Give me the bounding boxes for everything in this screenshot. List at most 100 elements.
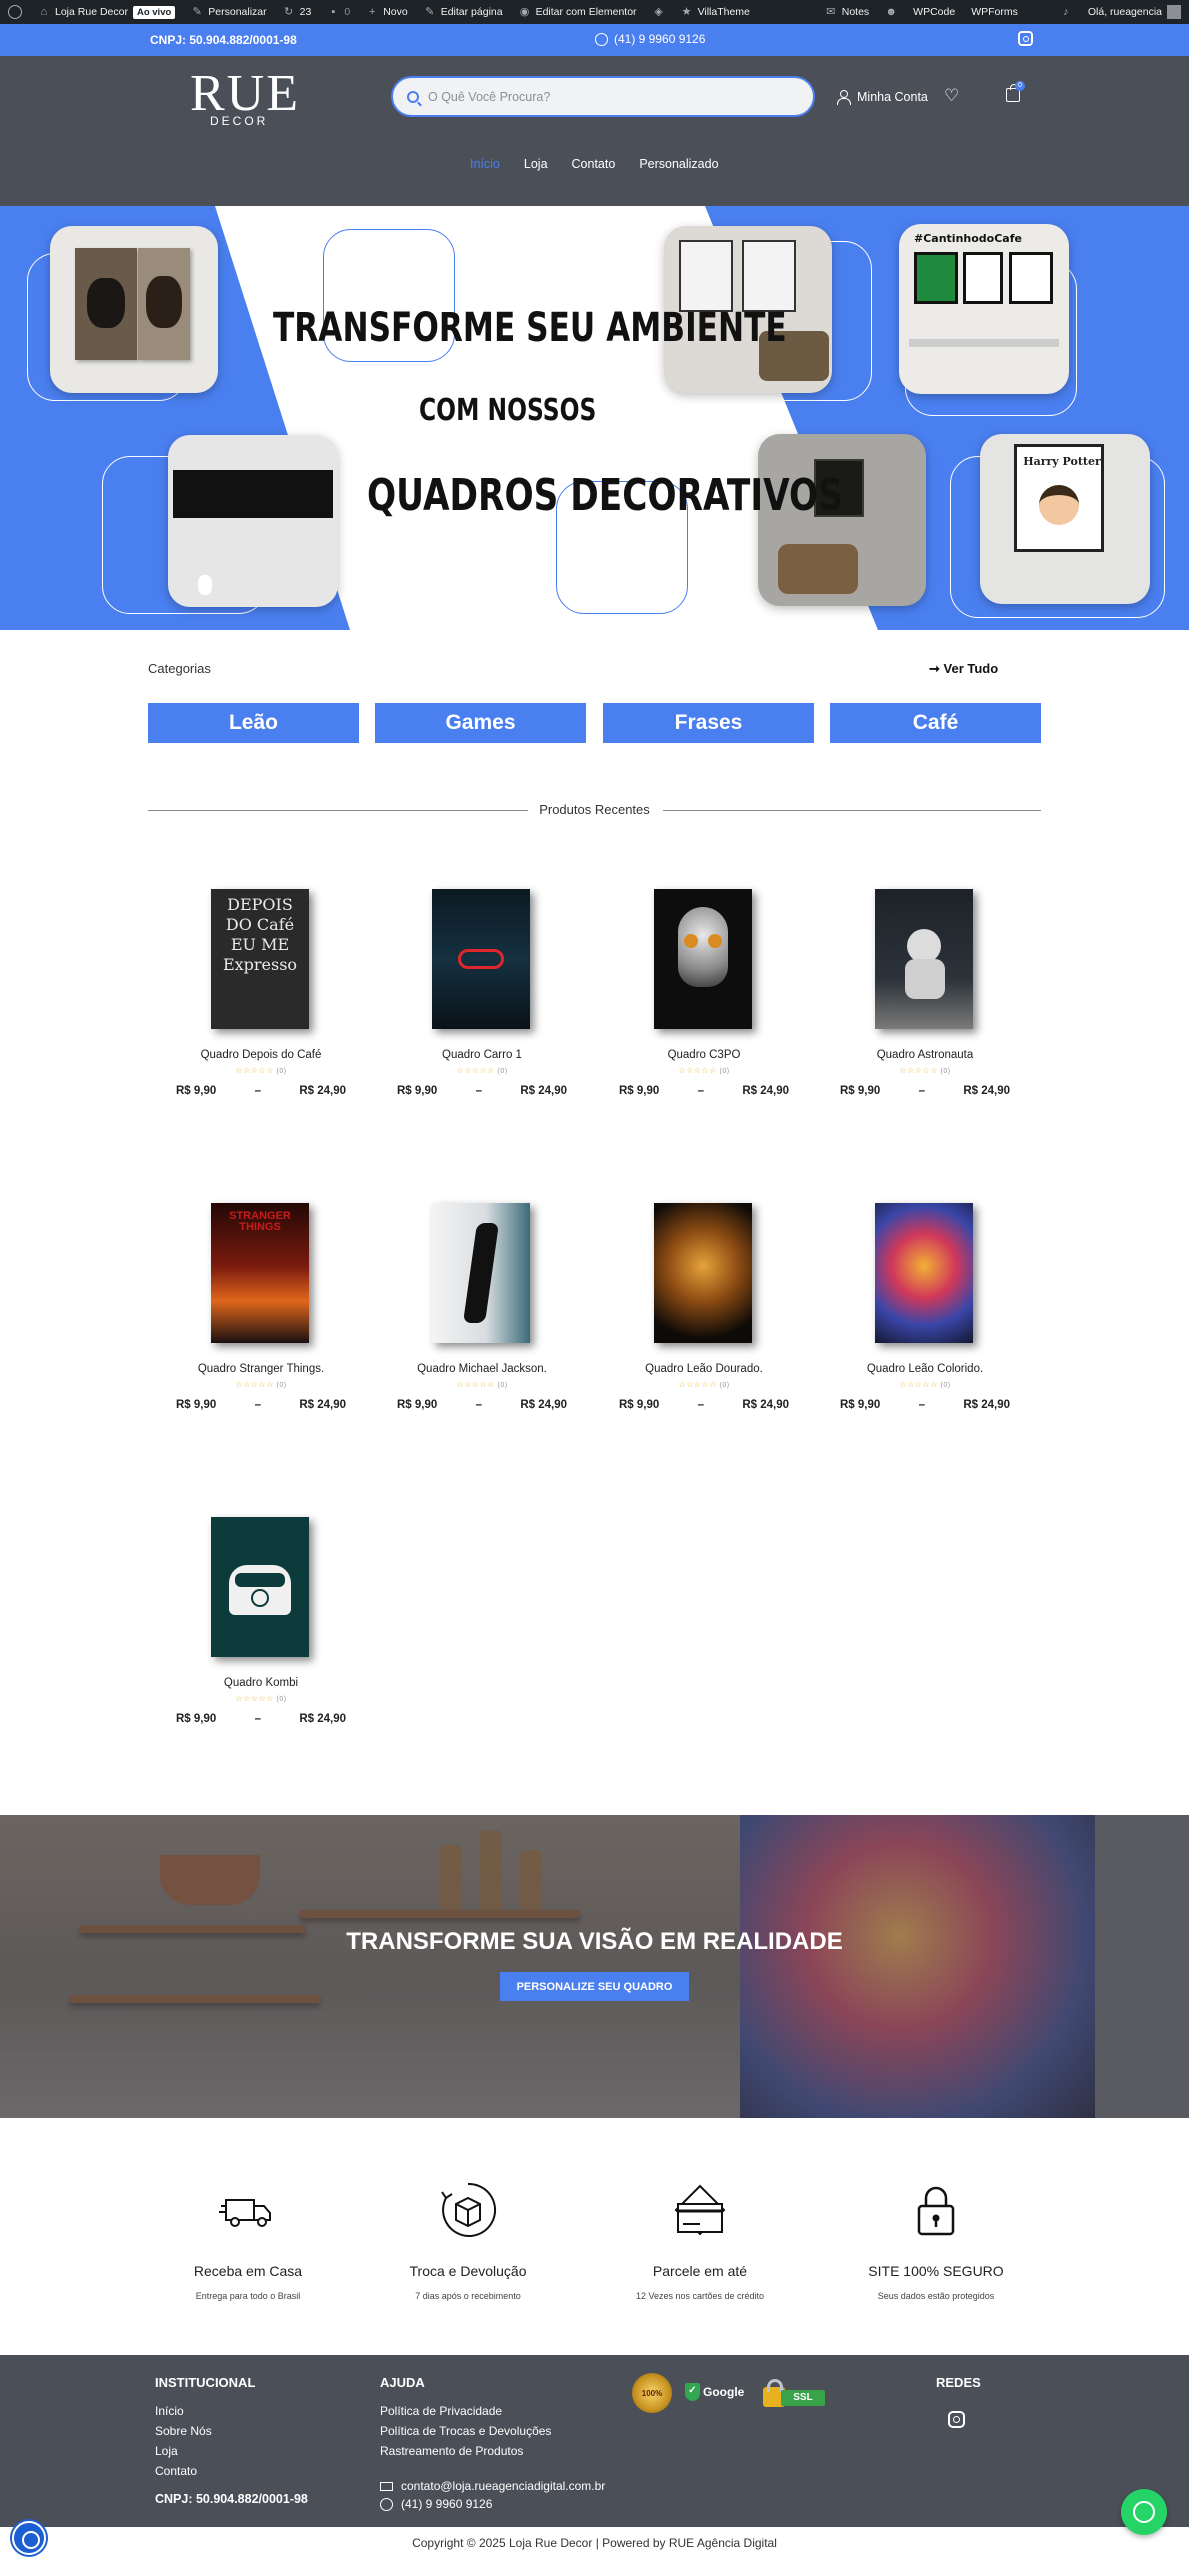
category-button-leao[interactable]: Leão <box>148 703 359 743</box>
rating-stars: ☆☆☆☆☆ (0) <box>678 1066 730 1075</box>
villatheme-menu[interactable]: ★ VillaTheme <box>673 0 758 24</box>
product-image[interactable] <box>875 889 973 1029</box>
nav-item-inicio[interactable]: Início <box>470 157 500 171</box>
product-card[interactable]: Quadro Kombi ☆☆☆☆☆ (0) R$ 9,90 – R$ 24,90 <box>171 1477 351 1737</box>
feature-title: Receba em Casa <box>193 2263 303 2279</box>
wp-logo-menu[interactable] <box>0 0 30 24</box>
nav-item-personalizado[interactable]: Personalizado <box>639 157 718 171</box>
product-price: R$ 9,90 – R$ 24,90 <box>619 1399 789 1411</box>
personalize-button[interactable]: PERSONALIZE SEU QUADRO <box>500 1972 689 2001</box>
new-content-menu[interactable]: + Novo <box>358 0 416 24</box>
product-image[interactable]: DEPOIS DO Café EU ME Expresso <box>211 889 309 1029</box>
instagram-icon[interactable] <box>948 2411 965 2428</box>
site-name-menu[interactable]: ⌂ Loja Rue Decor Ao vivo <box>30 0 183 24</box>
product-price: R$ 9,90 – R$ 24,90 <box>176 1713 346 1725</box>
product-name[interactable]: Quadro Leão Colorido. <box>835 1363 1015 1375</box>
flower-picture <box>742 240 796 312</box>
notifications-menu[interactable]: ♪ <box>1052 0 1080 24</box>
product-card[interactable]: Quadro C3PO ☆☆☆☆☆ (0) R$ 9,90 – R$ 24,90 <box>614 849 794 1109</box>
feature-title: SITE 100% SEGURO <box>868 2263 1004 2279</box>
rating-stars: ☆☆☆☆☆ (0) <box>678 1380 730 1389</box>
price-separator: – <box>475 1399 482 1411</box>
product-name[interactable]: Quadro C3PO <box>614 1049 794 1061</box>
wishlist-heart-icon[interactable]: ♡ <box>944 86 959 106</box>
product-image[interactable] <box>432 889 530 1029</box>
updates-count: 23 <box>299 6 312 18</box>
phone-link[interactable]: (41) 9 9960 9126 <box>595 32 705 46</box>
nav-item-loja[interactable]: Loja <box>524 157 548 171</box>
category-button-frases[interactable]: Frases <box>603 703 814 743</box>
price-min: R$ 9,90 <box>176 1399 217 1411</box>
product-name[interactable]: Quadro Carro 1 <box>392 1049 572 1061</box>
footer-link-contato[interactable]: Contato <box>155 2464 308 2478</box>
brush-icon: ✎ <box>192 6 202 18</box>
padlock-icon <box>917 2186 955 2236</box>
hero-frame-moon <box>168 435 338 607</box>
price-separator: – <box>475 1085 482 1097</box>
product-image[interactable] <box>211 1517 309 1657</box>
wpforms-menu[interactable]: WPForms <box>963 0 1026 24</box>
product-card[interactable]: Quadro Michael Jackson. ☆☆☆☆☆ (0) R$ 9,9… <box>392 1163 572 1423</box>
price-min: R$ 9,90 <box>619 1085 660 1097</box>
user-icon <box>836 90 851 105</box>
wpcode-menu[interactable]: WPCode <box>905 0 963 24</box>
footer-email-link[interactable]: contato@loja.rueagenciadigital.com.br <box>380 2479 605 2493</box>
price-max: R$ 24,90 <box>299 1713 346 1725</box>
product-card[interactable]: Quadro Leão Colorido. ☆☆☆☆☆ (0) R$ 9,90 –… <box>835 1163 1015 1423</box>
product-card[interactable]: Quadro Leão Dourado. ☆☆☆☆☆ (0) R$ 9,90– R… <box>614 1163 794 1423</box>
instagram-icon[interactable] <box>1018 31 1033 46</box>
product-card[interactable]: Quadro Carro 1 ☆☆☆☆☆ (0) R$ 9,90 – R$ 24,9… <box>392 849 572 1109</box>
see-all-link[interactable]: ➞ Ver Tudo <box>929 661 998 677</box>
product-name[interactable]: Quadro Astronauta <box>835 1049 1015 1061</box>
footer-link-inicio[interactable]: Início <box>155 2404 308 2418</box>
flower-picture <box>679 240 733 312</box>
product-card[interactable]: Quadro Astronauta ☆☆☆☆☆ (0) R$ 9,90 – R$ 2… <box>835 849 1015 1109</box>
comment-icon: ▪ <box>331 6 336 18</box>
hero-title-line3: QUADROS DECORATIVOS <box>367 470 843 521</box>
search-icon[interactable] <box>407 90 419 103</box>
footer-link-privacidade[interactable]: Política de Privacidade <box>380 2404 551 2418</box>
account-menu[interactable]: Olá, rueagencia <box>1080 0 1189 24</box>
product-name[interactable]: Quadro Stranger Things. <box>171 1363 351 1375</box>
edit-page-link[interactable]: ✎ Editar página <box>416 0 511 24</box>
site-logo[interactable]: RUE DECOR <box>190 64 325 134</box>
product-name[interactable]: Quadro Leão Dourado. <box>614 1363 794 1375</box>
villatheme-label: VillaTheme <box>697 6 750 18</box>
category-button-cafe[interactable]: Café <box>830 703 1041 743</box>
product-image[interactable] <box>432 1203 530 1343</box>
dog-shape <box>146 276 182 328</box>
accessibility-button[interactable] <box>12 2521 46 2555</box>
my-account-link[interactable]: Minha Conta <box>836 90 928 105</box>
edit-elementor-link[interactable]: ◉ Editar com Elementor <box>511 0 645 24</box>
main-nav: Início Loja Contato Personalizado <box>470 157 719 171</box>
rating-count: (0) <box>940 1382 951 1389</box>
product-name[interactable]: Quadro Kombi <box>171 1677 351 1689</box>
comments-link[interactable]: ▪ 0 <box>319 0 358 24</box>
product-card[interactable]: DEPOIS DO Café EU ME Expresso Quadro Dep… <box>171 849 351 1109</box>
product-image[interactable] <box>654 1203 752 1343</box>
notes-menu[interactable]: ✉ Notes <box>817 0 877 24</box>
footer-link-trocas[interactable]: Política de Trocas e Devoluções <box>380 2424 551 2438</box>
product-name[interactable]: Quadro Depois do Café <box>171 1049 351 1061</box>
hero-title-line1: TRANSFORME SEU AMBIENTE <box>273 305 787 351</box>
product-image[interactable] <box>875 1203 973 1343</box>
nav-item-contato[interactable]: Contato <box>572 157 616 171</box>
footer-link-rastreamento[interactable]: Rastreamento de Produtos <box>380 2444 551 2458</box>
footer-link-sobre[interactable]: Sobre Nós <box>155 2424 308 2438</box>
search-input[interactable] <box>428 89 788 104</box>
product-card[interactable]: STRANGER THINGS Quadro Stranger Things. … <box>171 1163 351 1423</box>
chair-shape <box>778 544 858 594</box>
hero-banner[interactable]: #CantinhodoCafe Harry Potter TRANSFORME … <box>0 206 1189 630</box>
diamond-menu[interactable]: ◈ <box>645 0 673 24</box>
product-image[interactable] <box>654 889 752 1029</box>
category-button-games[interactable]: Games <box>375 703 586 743</box>
product-image[interactable]: STRANGER THINGS <box>211 1203 309 1343</box>
product-name[interactable]: Quadro Michael Jackson. <box>392 1363 572 1375</box>
footer-link-loja[interactable]: Loja <box>155 2444 308 2458</box>
updates-link[interactable]: ↻ 23 <box>275 0 320 24</box>
customize-link[interactable]: ✎ Personalizar <box>183 0 274 24</box>
whatsapp-float-button[interactable] <box>1121 2489 1167 2535</box>
footer-phone-link[interactable]: (41) 9 9960 9126 <box>380 2497 605 2511</box>
cafe-picture <box>914 252 958 304</box>
avatar-smile-menu[interactable]: ☻ <box>877 0 905 24</box>
